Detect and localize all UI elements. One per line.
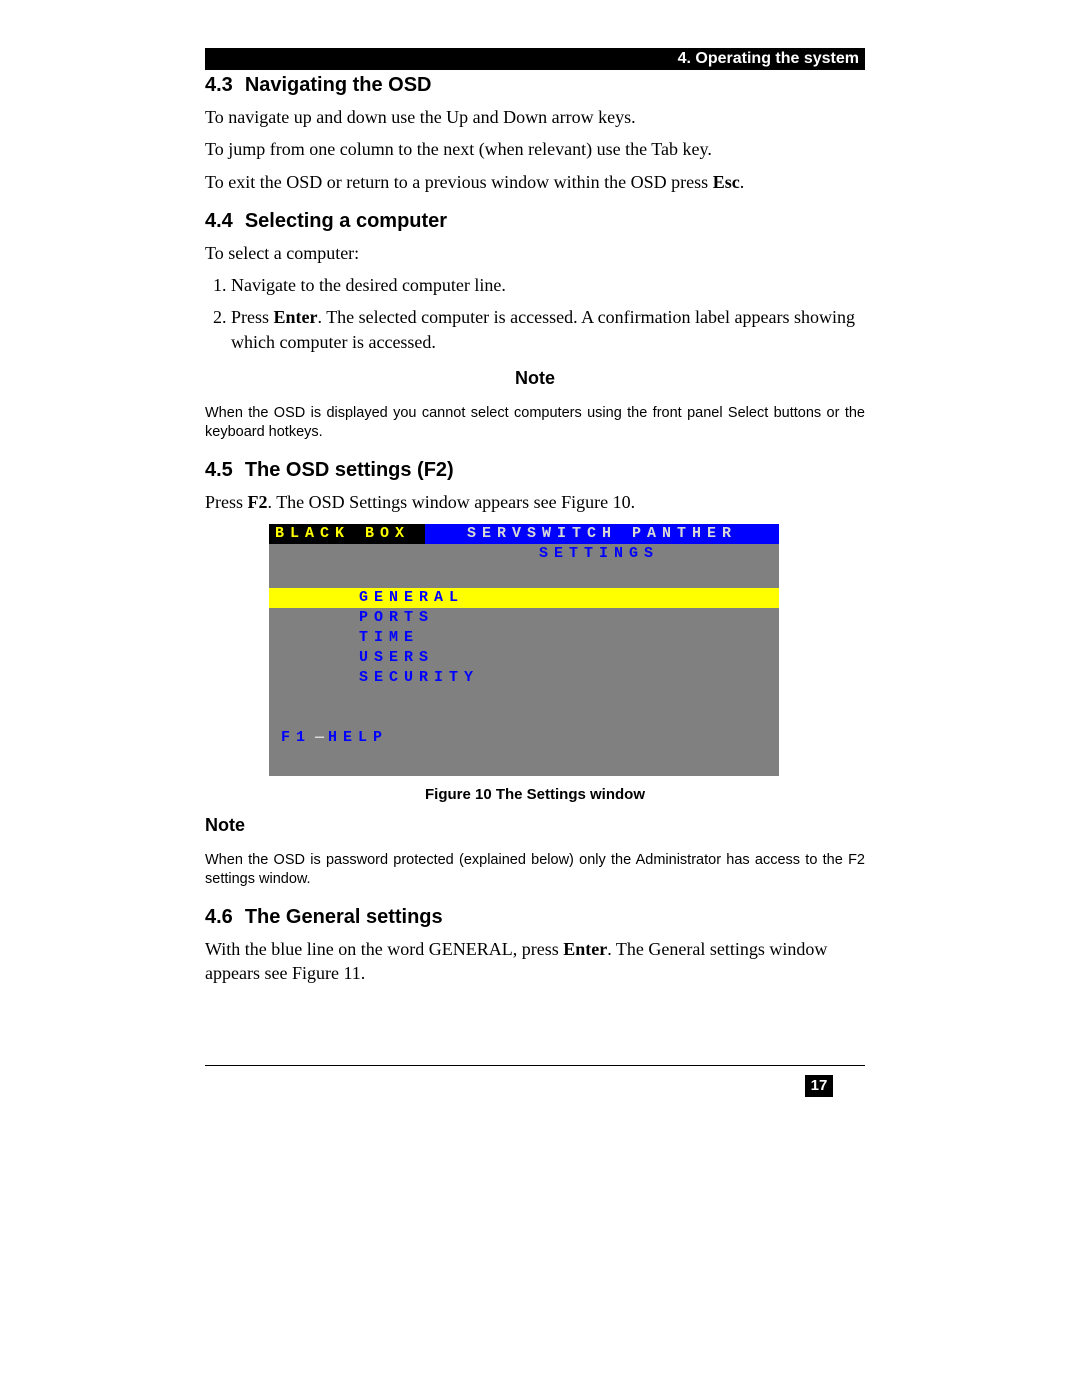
- text-run: . The OSD Settings window appears see Fi…: [268, 492, 636, 512]
- step-2: Press Enter. The selected computer is ac…: [231, 305, 865, 354]
- section-4-6-heading: 4.6 The General settings: [205, 906, 865, 929]
- footer-rule: [205, 1065, 865, 1067]
- osd-menu: GENERAL PORTS TIME USERS SECURITY: [269, 588, 779, 688]
- osd-header-row: BLACK BOX SERVSWITCH PANTHER: [269, 524, 779, 544]
- section-number: 4.3: [205, 74, 233, 97]
- section-title-text: The General settings: [245, 906, 443, 928]
- osd-spacer: [269, 748, 779, 776]
- document-page: 4. Operating the system 4.3 Navigating th…: [205, 48, 865, 1097]
- figure-10: BLACK BOX SERVSWITCH PANTHER SETTINGS GE…: [269, 524, 779, 803]
- paragraph: To exit the OSD or return to a previous …: [205, 170, 865, 194]
- text-run: Press: [205, 492, 248, 512]
- osd-menu-item-general: GENERAL: [269, 588, 779, 608]
- osd-menu-item-ports: PORTS: [359, 608, 779, 628]
- text-run: Press: [231, 307, 274, 327]
- figure-caption: Figure 10 The Settings window: [205, 786, 865, 803]
- text-run: To exit the OSD or return to a previous …: [205, 172, 713, 192]
- text-run: With the blue line on the word GENERAL, …: [205, 939, 563, 959]
- section-4-5-heading: 4.5 The OSD settings (F2): [205, 459, 865, 482]
- osd-spacer: [269, 564, 779, 588]
- dash-icon: —: [315, 729, 324, 746]
- paragraph: To jump from one column to the next (whe…: [205, 137, 865, 161]
- osd-spacer: [269, 688, 779, 728]
- step-1: Navigate to the desired computer line.: [231, 273, 865, 297]
- paragraph: To navigate up and down use the Up and D…: [205, 105, 865, 129]
- keyword-f2: F2: [248, 492, 268, 512]
- note-body: When the OSD is displayed you cannot sel…: [205, 404, 865, 443]
- page-footer: 17: [205, 1065, 865, 1097]
- section-title-text: The OSD settings (F2): [245, 459, 454, 481]
- osd-footer-label: HELP: [328, 729, 388, 746]
- osd-footer-key: F1: [281, 729, 311, 746]
- section-number: 4.4: [205, 210, 233, 233]
- osd-menu-item-users: USERS: [359, 648, 779, 668]
- section-4-3-heading: 4.3 Navigating the OSD: [205, 74, 865, 97]
- note-body: When the OSD is password protected (expl…: [205, 851, 865, 890]
- section-number: 4.5: [205, 459, 233, 482]
- page-number: 17: [805, 1075, 833, 1097]
- osd-brand: BLACK BOX: [269, 524, 425, 544]
- note-heading-center: Note: [205, 368, 865, 389]
- text-run: . The selected computer is accessed. A c…: [231, 307, 855, 351]
- text-run: .: [740, 172, 745, 192]
- osd-footer: F1—HELP: [269, 728, 779, 748]
- section-4-4-heading: 4.4 Selecting a computer: [205, 210, 865, 233]
- osd-menu-item-time: TIME: [359, 628, 779, 648]
- paragraph: To select a computer:: [205, 241, 865, 265]
- note-heading-left: Note: [205, 815, 865, 836]
- osd-brand-under: [269, 544, 419, 564]
- osd-subheader-row: SETTINGS: [269, 544, 779, 564]
- osd-menu-item-security: SECURITY: [359, 668, 779, 688]
- paragraph: With the blue line on the word GENERAL, …: [205, 937, 865, 986]
- osd-window: BLACK BOX SERVSWITCH PANTHER SETTINGS GE…: [269, 524, 779, 776]
- section-title-text: Navigating the OSD: [245, 74, 432, 96]
- keyword-enter: Enter: [274, 307, 318, 327]
- keyword-esc: Esc: [713, 172, 740, 192]
- ordered-steps: Navigate to the desired computer line. P…: [205, 273, 865, 354]
- paragraph: Press F2. The OSD Settings window appear…: [205, 490, 865, 514]
- chapter-header-band: 4. Operating the system: [205, 48, 865, 70]
- section-number: 4.6: [205, 906, 233, 929]
- chapter-title: 4. Operating the system: [678, 50, 859, 68]
- osd-title: SERVSWITCH PANTHER: [425, 524, 779, 544]
- osd-subtitle: SETTINGS: [419, 544, 779, 564]
- section-title-text: Selecting a computer: [245, 210, 447, 232]
- keyword-enter: Enter: [563, 939, 607, 959]
